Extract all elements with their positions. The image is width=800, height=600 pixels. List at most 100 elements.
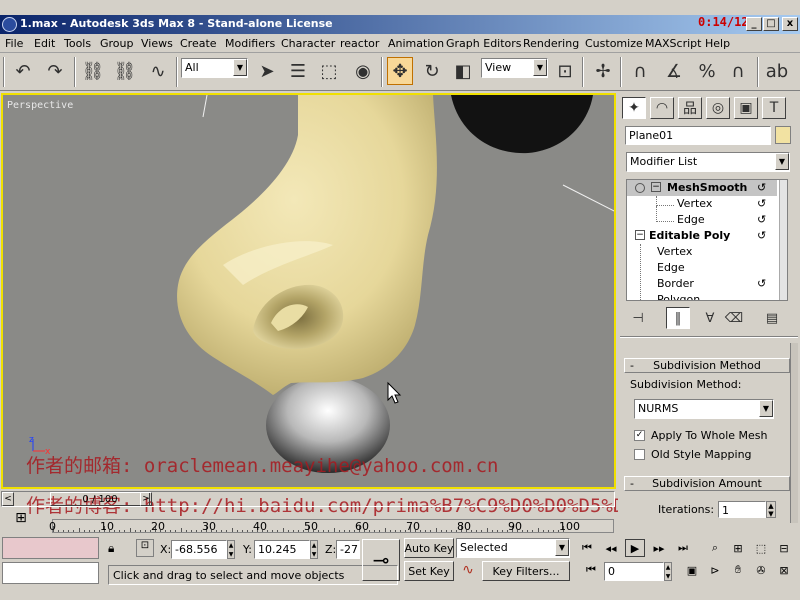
snaps-toggle-icon[interactable]: ∩ (627, 57, 653, 85)
default-in-out-tangents-icon[interactable]: ∿ (458, 562, 478, 582)
close-button[interactable]: x (782, 17, 798, 31)
menu-edit[interactable]: Edit (34, 37, 55, 50)
reference-coordinate-dropdown[interactable]: View ▼ (481, 58, 548, 78)
collapse-icon[interactable]: − (651, 182, 661, 192)
modifier-list-dropdown[interactable]: Modifier List ▼ (626, 152, 790, 172)
undo-icon[interactable]: ↶ (10, 57, 36, 85)
current-frame-field[interactable]: 0 (604, 562, 664, 581)
slider-right-arrow[interactable]: > (140, 492, 152, 506)
modifier-stack[interactable]: − MeshSmooth ↺ Vertex ↺ Edge ↺ − Editabl… (626, 179, 788, 301)
select-object-icon[interactable]: ➤ (254, 57, 280, 85)
unlink-selection-icon[interactable]: ⛓ (112, 57, 138, 85)
previous-frame-icon[interactable]: ◂◂ (601, 539, 621, 557)
motion-tab-icon[interactable]: ◎ (706, 97, 730, 119)
stack-subitem-edge[interactable]: Edge (627, 260, 777, 276)
time-configuration-icon[interactable]: ▣ (682, 561, 702, 579)
menu-group[interactable]: Group (100, 37, 134, 50)
select-and-rotate-icon[interactable]: ↻ (419, 57, 445, 85)
next-frame-icon[interactable]: ▸▸ (649, 539, 669, 557)
pin-stack-icon[interactable]: ⊣ (626, 307, 650, 329)
show-end-result-icon[interactable]: ‖ (666, 307, 690, 329)
make-unique-icon[interactable]: ∀ (698, 307, 722, 329)
select-and-scale-icon[interactable]: ◧ (450, 57, 476, 85)
absolute-mode-icon[interactable]: ⊡ (136, 539, 154, 557)
display-tab-icon[interactable]: ▣ (734, 97, 758, 119)
stack-scrollbar[interactable] (779, 180, 787, 300)
instance-toggle-icon[interactable]: ↺ (757, 213, 766, 226)
create-tab-icon[interactable]: ✦ (622, 97, 646, 119)
time-slider-thumb[interactable]: 0 / 100 (50, 492, 150, 506)
maximize-button[interactable]: □ (763, 17, 779, 31)
key-mode-dropdown[interactable]: Selected ▼ (456, 538, 570, 558)
subdivision-method-rollout[interactable]: - Subdivision Method (624, 358, 790, 373)
subdivision-amount-rollout[interactable]: - Subdivision Amount (624, 476, 790, 491)
stack-item-meshsmooth[interactable]: − MeshSmooth ↺ (627, 180, 777, 196)
menu-customize[interactable]: Customize (585, 37, 643, 50)
zoom-extents-all-icon[interactable]: ⊟ (774, 539, 794, 557)
set-key-button[interactable]: Set Key (404, 561, 454, 581)
y-coord-field[interactable]: 10.245 (254, 540, 310, 559)
hierarchy-tab-icon[interactable]: 品 (678, 97, 702, 119)
goto-start-icon[interactable]: ⏮ (577, 539, 597, 557)
menu-modifiers[interactable]: Modifiers (225, 37, 275, 50)
x-coord-field[interactable]: -68.556 (171, 540, 227, 559)
lock-selection-icon[interactable]: 🔒︎ (108, 541, 114, 556)
lightbulb-icon[interactable] (635, 183, 645, 193)
utilities-tab-icon[interactable]: T (762, 97, 786, 119)
set-key-big-icon[interactable]: ⊸ (362, 539, 400, 581)
goto-end-icon[interactable]: ⏭ (673, 539, 693, 557)
z-coord-field[interactable]: -27.0 (336, 540, 360, 559)
bind-to-space-warp-icon[interactable]: ∿ (145, 57, 171, 85)
field-of-view-icon[interactable]: ⊳ (705, 561, 725, 579)
menu-maxscript[interactable]: MAXScript (645, 37, 701, 50)
stack-subitem-vertex[interactable]: Vertex ↺ (627, 196, 777, 212)
minimize-button[interactable]: _ (746, 17, 762, 31)
y-coord-spinner[interactable]: ▲ ▼ (310, 540, 318, 559)
menu-help[interactable]: Help (705, 37, 730, 50)
play-icon[interactable]: ▶ (625, 539, 645, 557)
instance-toggle-icon[interactable]: ↺ (757, 197, 766, 210)
stack-item-editable-poly[interactable]: − Editable Poly ↺ (627, 228, 777, 244)
zoom-icon[interactable]: ⌕ (705, 539, 725, 557)
menu-animation[interactable]: Animation (388, 37, 444, 50)
object-color-swatch[interactable] (775, 126, 791, 144)
configure-modifier-sets-icon[interactable]: ▤ (760, 307, 784, 329)
key-filters-button[interactable]: Key Filters... (482, 561, 570, 581)
maxscript-input[interactable] (2, 562, 99, 584)
select-and-manipulate-icon[interactable]: ✢ (590, 57, 616, 85)
menu-create[interactable]: Create (180, 37, 217, 50)
app-icon[interactable] (2, 17, 17, 32)
old-style-mapping-checkbox[interactable] (634, 449, 645, 460)
redo-icon[interactable]: ↷ (42, 57, 68, 85)
modify-tab-icon[interactable]: ◠ (650, 97, 674, 119)
menu-character[interactable]: Character (281, 37, 335, 50)
rectangular-selection-icon[interactable]: ⬚ (316, 57, 342, 85)
window-crossing-icon[interactable]: ◉ (350, 57, 376, 85)
edit-named-selections-icon[interactable]: ab (764, 57, 790, 85)
menu-views[interactable]: Views (141, 37, 173, 50)
viewport-label[interactable]: Perspective (7, 100, 73, 111)
slider-left-arrow[interactable]: < (2, 492, 14, 506)
instance-toggle-icon[interactable]: ↺ (757, 181, 766, 194)
angle-snap-icon[interactable]: ∡ (661, 57, 687, 85)
arc-rotate-icon[interactable]: ✇ (751, 561, 771, 579)
zoom-all-icon[interactable]: ⊞ (728, 539, 748, 557)
stack-subitem-edge[interactable]: Edge ↺ (627, 212, 777, 228)
menu-file[interactable]: File (5, 37, 23, 50)
zoom-extents-icon[interactable]: ⬚ (751, 539, 771, 557)
select-and-move-icon[interactable]: ✥ (387, 57, 413, 85)
object-name-field[interactable]: Plane01 (625, 126, 771, 145)
stack-subitem-polygon[interactable]: Polygon (627, 292, 777, 300)
stack-subitem-vertex[interactable]: Vertex (627, 244, 777, 260)
collapse-icon[interactable]: − (635, 230, 645, 240)
percent-snap-icon[interactable]: % (694, 57, 720, 85)
instance-toggle-icon[interactable]: ↺ (757, 277, 766, 290)
maxscript-listener-mini[interactable] (2, 537, 99, 559)
menu-rendering[interactable]: Rendering (523, 37, 579, 50)
perspective-viewport[interactable]: Perspective z x (1, 93, 616, 489)
menu-tools[interactable]: Tools (64, 37, 91, 50)
auto-key-button[interactable]: Auto Key (404, 538, 454, 558)
select-by-name-icon[interactable]: ☰ (285, 57, 311, 85)
maximize-viewport-icon[interactable]: ⊠ (774, 561, 794, 579)
use-pivot-center-icon[interactable]: ⊡ (552, 57, 578, 85)
